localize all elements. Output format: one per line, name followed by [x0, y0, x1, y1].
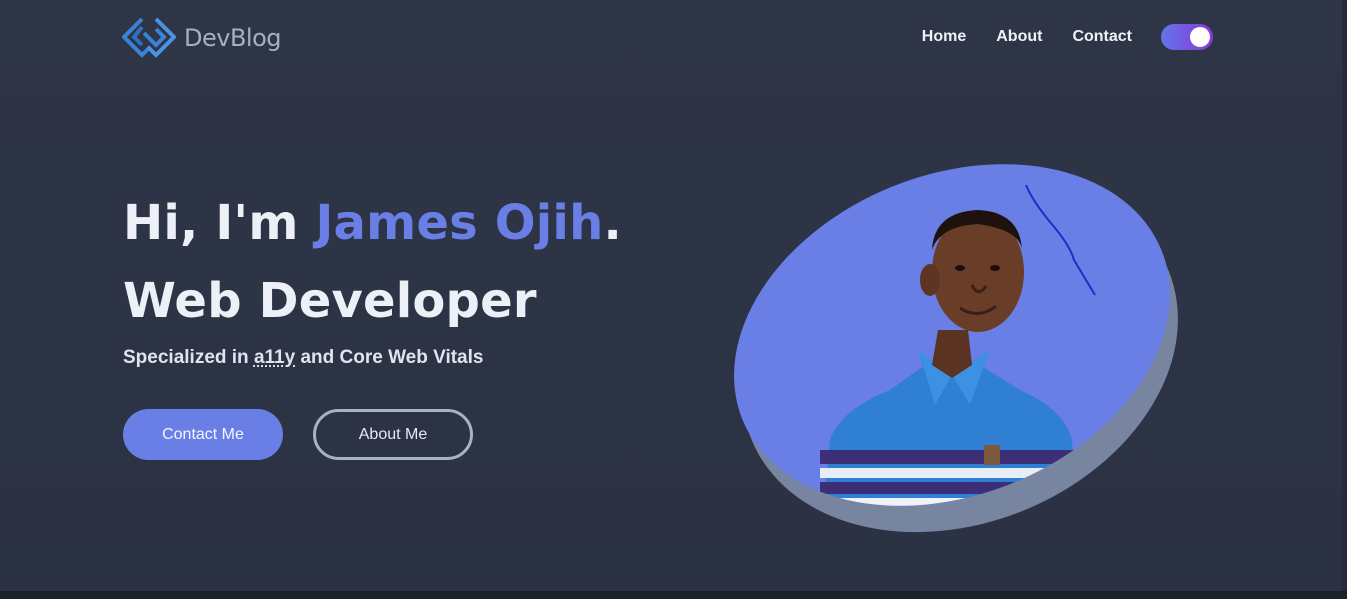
footer-strip	[0, 591, 1347, 599]
hero-period: .	[603, 195, 622, 251]
brand-logo-link[interactable]: DevBlog	[122, 17, 282, 59]
hero-name: James Ojih	[315, 195, 604, 251]
main-nav: Home About Contact	[922, 24, 1213, 50]
toggle-knob	[1190, 27, 1210, 47]
brand-name: DevBlog	[184, 24, 282, 52]
scrollbar[interactable]	[1342, 0, 1347, 591]
hero-role: Web Developer	[123, 273, 537, 329]
hero-subtitle: Specialized in a11y and Core Web Vitals	[123, 347, 483, 369]
about-me-button[interactable]: About Me	[313, 409, 473, 460]
subtitle-prefix: Specialized in	[123, 347, 254, 368]
hero-heading: Hi, I'm James Ojih. Web Developer	[123, 184, 622, 340]
nav-link-contact[interactable]: Contact	[1072, 24, 1132, 50]
theme-toggle[interactable]	[1161, 24, 1213, 50]
nav-link-home[interactable]: Home	[922, 24, 966, 50]
subtitle-abbr: a11y	[253, 347, 296, 368]
hero-greeting: Hi, I'm	[123, 195, 316, 251]
contact-me-button[interactable]: Contact Me	[123, 409, 283, 460]
nav-link-about[interactable]: About	[996, 24, 1042, 50]
subtitle-suffix: and Core Web Vitals	[295, 347, 484, 368]
page: DevBlog Home About Contact Hi, I'm James…	[0, 0, 1347, 599]
diamond-chain-logo-icon	[122, 17, 176, 58]
profile-photo	[734, 164, 1178, 540]
